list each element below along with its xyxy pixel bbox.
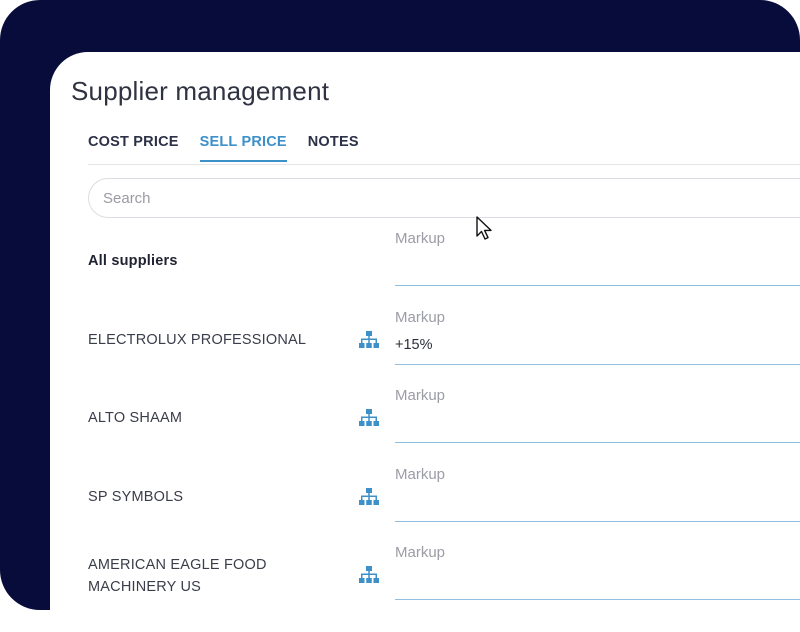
markup-label: Markup <box>395 466 446 483</box>
tab-cost-price[interactable]: COST PRICE <box>88 132 179 162</box>
supplier-row: ALTO SHAAM Markup <box>50 387 800 457</box>
tab-bar: COST PRICE SELL PRICE NOTES <box>88 132 380 164</box>
tab-notes[interactable]: NOTES <box>308 132 359 162</box>
supplier-row: SP SYMBOLS Markup <box>50 466 800 536</box>
page-title: Supplier management <box>71 76 330 106</box>
supplier-name: SP SYMBOLS <box>88 489 184 505</box>
supplier-name: ALTO SHAAM <box>88 410 183 426</box>
supplier-name: ELECTROLUX PROFESSIONAL <box>88 332 307 348</box>
hierarchy-icon[interactable] <box>359 409 379 427</box>
hierarchy-icon[interactable] <box>359 566 379 584</box>
tab-divider <box>88 164 800 165</box>
markup-label: Markup <box>395 387 446 404</box>
supplier-row: ELECTROLUX PROFESSIONAL Markup +15% <box>50 309 800 379</box>
search-input[interactable] <box>88 178 800 218</box>
markup-field[interactable]: Markup <box>395 466 800 536</box>
markup-label: Markup <box>395 230 446 247</box>
supplier-management-panel: Supplier management COST PRICE SELL PRIC… <box>50 52 800 632</box>
markup-value: +15% <box>395 337 433 353</box>
markup-underline <box>395 599 800 600</box>
hierarchy-icon[interactable] <box>359 488 379 506</box>
tab-sell-price[interactable]: SELL PRICE <box>199 132 287 162</box>
mouse-cursor-icon <box>476 216 492 240</box>
markup-field[interactable]: Markup +15% <box>395 309 800 379</box>
markup-label: Markup <box>395 544 446 561</box>
markup-field[interactable]: Markup <box>395 387 800 457</box>
markup-underline <box>395 285 800 286</box>
markup-underline <box>395 521 800 522</box>
markup-underline <box>395 364 800 365</box>
markup-underline <box>395 442 800 443</box>
markup-label: Markup <box>395 309 446 326</box>
supplier-name: AMERICAN EAGLE FOOD MACHINERY US <box>88 557 267 595</box>
markup-field[interactable]: Markup <box>395 544 800 614</box>
supplier-name: All suppliers <box>88 253 178 269</box>
supplier-row: AMERICAN EAGLE FOOD MACHINERY US Markup <box>50 544 800 614</box>
markup-field[interactable]: Markup <box>395 230 800 300</box>
supplier-row-all: All suppliers Markup <box>50 230 800 300</box>
hierarchy-icon[interactable] <box>359 331 379 349</box>
